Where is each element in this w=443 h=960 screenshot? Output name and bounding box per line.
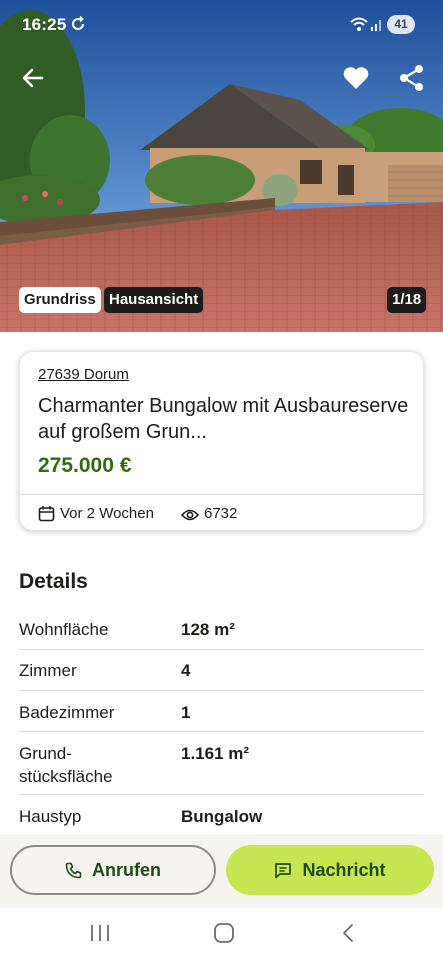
recent-apps-icon[interactable] [89,923,111,943]
status-bar: 16:25 41 [0,0,443,50]
back-arrow-icon[interactable] [18,62,50,94]
detail-label: Haustyp [19,807,82,826]
detail-row: Badezimmer 1 [19,691,424,732]
home-icon[interactable] [213,922,235,944]
detail-value: 128 m² [181,620,235,639]
detail-row: Wohnfläche 128 m² [19,608,424,650]
listing-photo[interactable]: 16:25 41 Grundriss Hausansicht 1/18 [0,0,443,332]
share-icon[interactable] [397,63,427,93]
signal-icon [371,20,381,31]
photo-counter: 1/18 [387,287,427,313]
message-button[interactable]: Nachricht [226,845,434,895]
view-count: 6732 [181,504,237,524]
chip-floorplan[interactable]: Grundriss [19,287,101,313]
detail-label: Grund- stücksfläche [19,744,113,786]
detail-value: 1 [181,703,191,722]
detail-row: Haustyp Bungalow [19,795,424,835]
sync-icon [72,16,84,30]
contact-action-bar: Anrufen Nachricht [0,834,443,908]
posted-date-text: Vor 2 Wochen [60,505,154,522]
call-button-label: Anrufen [92,860,161,880]
heart-icon[interactable] [341,63,371,93]
detail-label: Badezimmer [19,703,115,722]
detail-row: Zimmer 4 [19,650,424,691]
location-link[interactable]: 27639 Dorum [38,366,129,383]
view-count-text: 6732 [204,505,238,522]
eye-icon [181,509,199,521]
phone-icon [65,862,82,879]
listing-card: 27639 Dorum Charmanter Bungalow mit Ausb… [19,351,424,531]
listing-title: Charmanter Bungalow mit Ausbaureserve au… [38,395,409,443]
details-heading: Details [19,570,88,593]
chip-house-view[interactable]: Hausansicht [104,287,204,313]
detail-label: Wohnfläche [19,620,109,639]
status-time: 16:25 [22,15,67,34]
wifi-icon [350,17,368,31]
card-divider [20,494,423,495]
listing-price: 275.000 € [38,454,132,477]
battery-indicator: 41 [387,15,415,34]
system-back-icon[interactable] [340,922,356,944]
detail-value: 4 [181,661,191,680]
detail-value: 1.161 m² [181,744,250,763]
message-icon [275,863,292,879]
message-button-label: Nachricht [302,860,386,880]
detail-label: Zimmer [19,661,77,680]
call-button[interactable]: Anrufen [10,845,216,895]
posted-date: Vor 2 Wochen [38,504,154,524]
calendar-icon [38,506,55,522]
detail-value: Bungalow [181,807,263,826]
detail-row: Grund- stücksfläche 1.161 m² [19,732,424,795]
system-nav-bar [0,908,443,960]
